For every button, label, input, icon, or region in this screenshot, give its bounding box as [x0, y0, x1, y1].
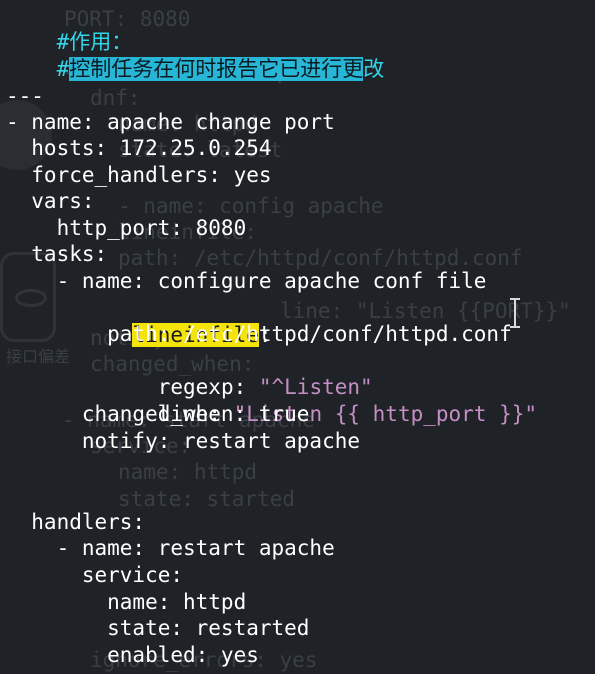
code-line: ---	[6, 84, 44, 108]
code-line: tasks:	[6, 242, 108, 266]
comment-tail: 改	[363, 56, 385, 81]
code-line-comment: #控制任务在何时报告它已进行更改	[6, 29, 384, 81]
terminal-window[interactable]: PORT: 8080 - name: install apache dnf: n…	[0, 0, 595, 673]
code-line: handlers:	[6, 510, 146, 534]
ghost-line: dnf:	[90, 86, 141, 110]
code-line: - name: apache change port	[6, 110, 335, 134]
code-line: changed_when: true	[6, 402, 310, 426]
code-line: state: restarted	[6, 616, 310, 640]
code-line-search-match: lineinfile:	[6, 295, 272, 347]
code-line-comment: #作用：	[6, 2, 133, 54]
code-line: vars:	[6, 189, 95, 213]
code-line: - name: configure apache conf file	[6, 269, 487, 293]
code-line: hosts: 172.25.0.254	[6, 136, 272, 160]
comment-hash: #	[56, 56, 70, 81]
ghost-line: name: httpd	[118, 460, 258, 484]
code-line: service:	[6, 563, 184, 587]
comment-highlight: 控制任务在何时报告它已进行更	[69, 56, 364, 81]
code-line: notify: restart apache	[6, 429, 361, 453]
code-line: force_handlers: yes	[6, 163, 272, 187]
code-line: regexp: "^Listen"	[6, 347, 373, 399]
code-line: line: "Listen {{ http_port }}"	[6, 374, 537, 426]
code-line: enabled: yes	[6, 643, 259, 667]
code-line: http_port: 8080	[6, 216, 247, 240]
code-line: - name: restart apache	[6, 536, 335, 560]
code-line: path: /etc/httpd/conf/httpd.conf	[6, 322, 512, 346]
code-line: name: httpd	[6, 590, 247, 614]
text-cursor-icon	[508, 298, 522, 330]
